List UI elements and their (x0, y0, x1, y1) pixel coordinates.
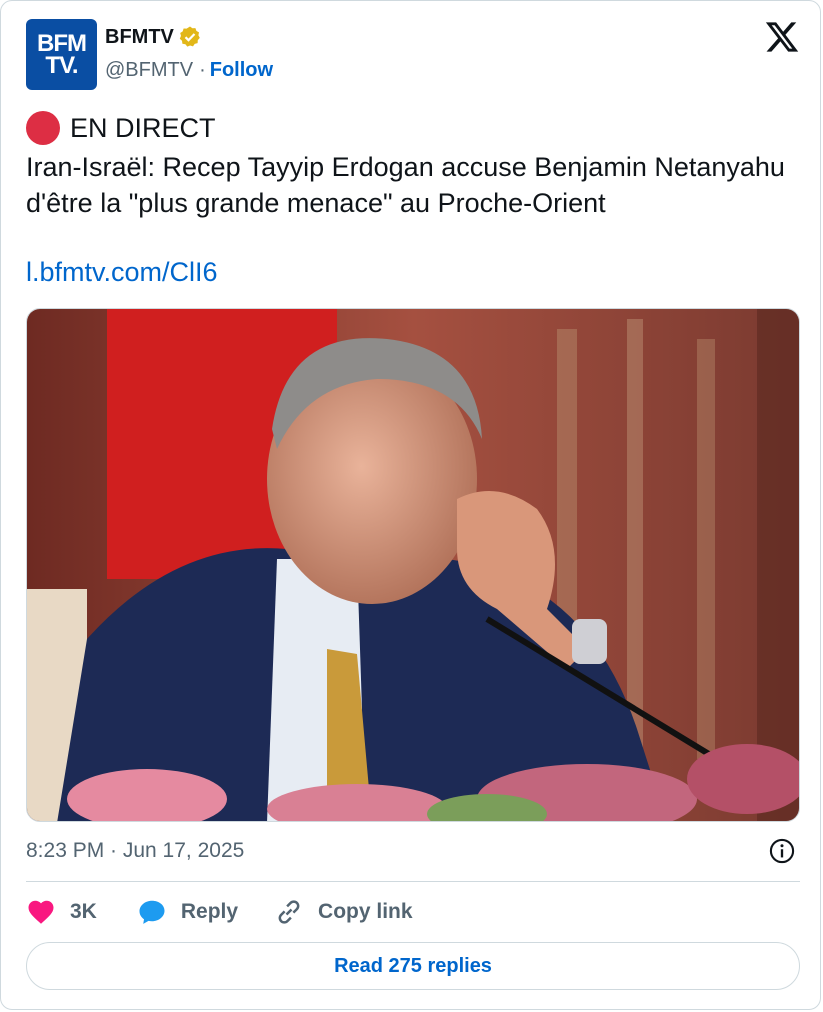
action-bar: 3K Reply Copy link (26, 897, 413, 927)
verified-badge-icon (179, 26, 200, 47)
live-dot-icon (26, 111, 60, 145)
like-count: 3K (70, 900, 97, 923)
account-handle[interactable]: @BFMTV (105, 59, 193, 82)
copy-link-button[interactable]: Copy link (274, 897, 413, 927)
account-name-row: BFMTV (105, 25, 202, 49)
photo-illustration (27, 309, 799, 821)
read-replies-button[interactable]: Read 275 replies (26, 942, 800, 990)
reply-label: Reply (180, 900, 239, 923)
logo-line-2: TV. (45, 51, 78, 79)
like-button[interactable]: 3K (26, 897, 97, 927)
handle-separator: · (199, 59, 206, 81)
handle-row: @BFMTV · Follow (105, 59, 273, 82)
copy-link-label: Copy link (318, 900, 413, 923)
account-name[interactable]: BFMTV (105, 26, 174, 49)
tweet-text: Iran-Israël: Recep Tayyip Erdogan accuse… (26, 152, 785, 218)
bfmtv-avatar[interactable]: BFM TV. (26, 19, 97, 90)
divider (26, 881, 800, 882)
tweet-card: BFM TV. BFMTV @BFMTV · Follow EN DIRECT … (0, 0, 821, 1010)
live-label: EN DIRECT (70, 112, 216, 143)
info-icon[interactable] (768, 837, 796, 865)
tweet-photo[interactable] (26, 308, 800, 822)
reply-bubble-icon (139, 900, 165, 924)
heart-icon (28, 900, 54, 924)
x-logo-icon[interactable] (764, 19, 800, 55)
reply-button[interactable]: Reply (137, 897, 238, 927)
link-icon (278, 900, 300, 924)
live-row: EN DIRECT (26, 111, 216, 145)
tweet-timestamp[interactable]: 8:23 PM · Jun 17, 2025 (26, 839, 244, 863)
tweet-link[interactable]: l.bfmtv.com/ClI6 (26, 257, 218, 288)
follow-button[interactable]: Follow (210, 59, 273, 82)
